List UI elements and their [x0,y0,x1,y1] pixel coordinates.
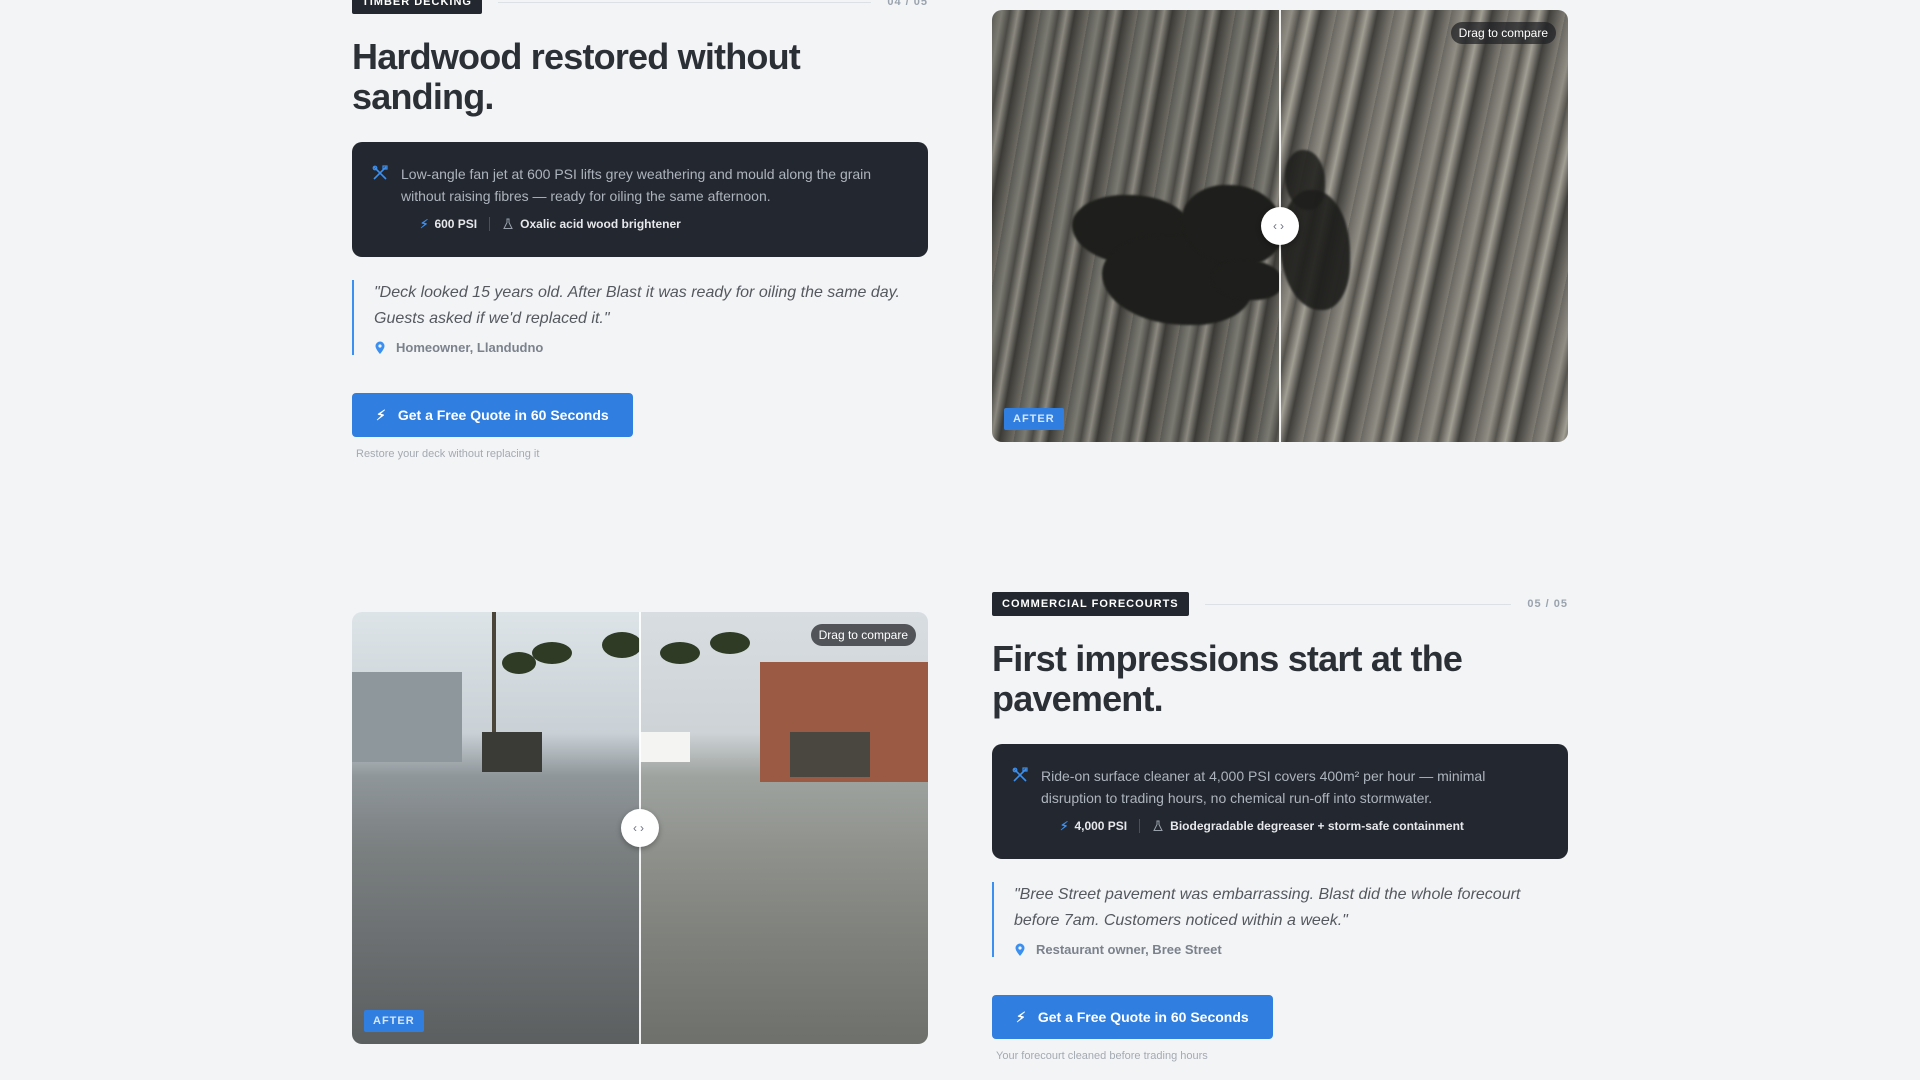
service-detail-card: Ride-on surface cleaner at 4,000 PSI cov… [992,744,1568,859]
pressure-value: 4,000 PSI [1074,819,1128,833]
tools-icon [372,165,388,180]
service-detail-card: Low-angle fan jet at 600 PSI lifts grey … [352,142,928,257]
before-image [992,10,1282,442]
chevron-left-right-icon[interactable]: ‹› [1261,207,1299,245]
testimonial-text: "Deck looked 15 years old. After Blast i… [374,284,900,327]
drag-hint: Drag to compare [810,624,916,646]
testimonial-author: Restaurant owner, Bree Street [1036,942,1222,957]
section-commercial-forecourts: COMMERCIAL FORECOURTS 05 / 05 First impr… [992,592,1568,1072]
section-timber-decking: TIMBER DECKING 04 / 05 Hardwood restored… [352,0,928,480]
category-tag: COMMERCIAL FORECOURTS [992,592,1189,616]
pressure-value: 600 PSI [434,217,478,231]
slide-counter: 04 / 05 [887,0,928,8]
section-header: COMMERCIAL FORECOURTS 05 / 05 [992,592,1568,616]
lightning-bolt-icon: ⚡︎ [376,406,386,423]
chevron-left-right-icon[interactable]: ‹› [621,809,659,847]
before-image [352,612,642,1044]
testimonial-author: Homeowner, Llandudno [396,340,544,355]
meta-separator [489,217,491,231]
get-quote-button[interactable]: ⚡︎ Get a Free Quote in 60 Seconds [352,393,633,437]
after-image [640,612,928,1044]
cta-label: Get a Free Quote in 60 Seconds [1037,1009,1249,1025]
flask-icon [1153,820,1163,831]
meta-separator [1139,819,1141,833]
slide-counter: 05 / 05 [1527,598,1568,610]
category-tag: TIMBER DECKING [352,0,482,14]
section-header: TIMBER DECKING 04 / 05 [352,0,928,14]
after-image [1280,10,1568,442]
get-quote-button[interactable]: ⚡︎ Get a Free Quote in 60 Seconds [992,995,1273,1039]
before-after-slider-deck[interactable]: ‹› Drag to compare AFTER [992,10,1568,442]
tools-icon [1012,767,1028,782]
cta-note: Restore your deck without replacing it [356,448,540,460]
map-pin-icon [1015,943,1025,956]
testimonial-text: "Bree Street pavement was embarrassing. … [1014,886,1521,929]
lightning-bolt-icon: ⚡︎ [1060,819,1069,833]
lightning-bolt-icon: ⚡︎ [1016,1008,1026,1025]
map-pin-icon [375,341,385,354]
chemical-name: Biodegradable degreaser + storm-safe con… [1170,819,1464,833]
testimonial: "Deck looked 15 years old. After Blast i… [352,280,928,355]
drag-hint: Drag to compare [1450,22,1556,44]
service-description: Ride-on surface cleaner at 4,000 PSI cov… [1041,768,1486,806]
divider-line [497,1,872,3]
after-badge: AFTER [364,1010,424,1032]
service-description: Low-angle fan jet at 600 PSI lifts grey … [401,166,872,204]
after-badge: AFTER [1004,408,1064,430]
section-heading: First impressions start at the pavement. [992,638,1463,719]
flask-icon [503,218,513,229]
testimonial: "Bree Street pavement was embarrassing. … [992,882,1568,957]
chemical-name: Oxalic acid wood brightener [520,217,681,231]
lightning-bolt-icon: ⚡︎ [420,217,429,231]
divider-line [1204,603,1512,605]
before-after-slider-forecourt[interactable]: ‹› Drag to compare AFTER [352,612,928,1044]
section-heading: Hardwood restored without sanding. [352,36,801,117]
cta-note: Your forecourt cleaned before trading ho… [996,1050,1208,1062]
cta-label: Get a Free Quote in 60 Seconds [397,407,609,423]
